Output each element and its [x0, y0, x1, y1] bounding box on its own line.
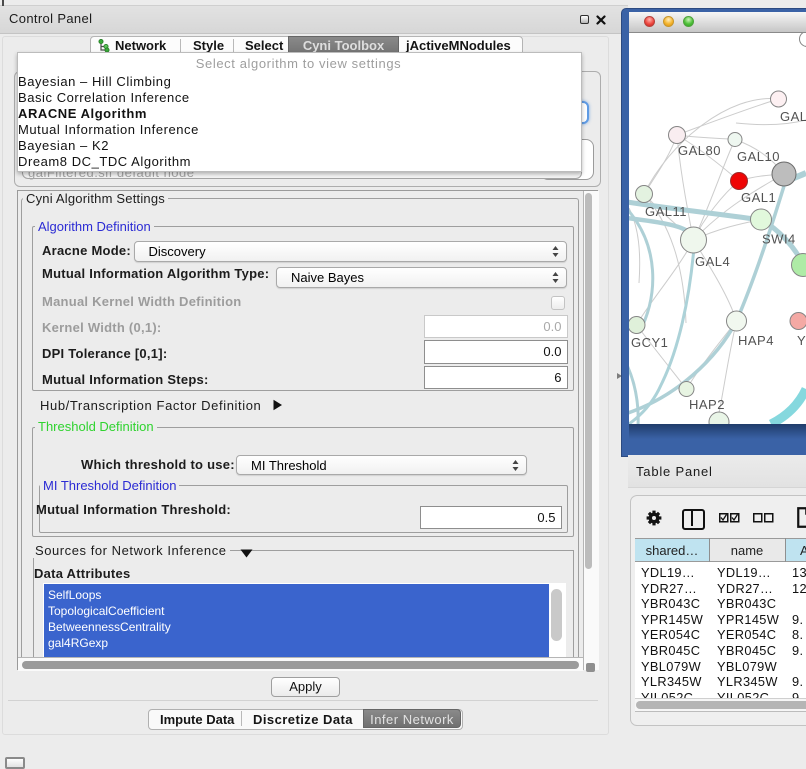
- svg-text:GCY1: GCY1: [631, 335, 668, 350]
- svg-text:GAL10: GAL10: [737, 149, 780, 164]
- svg-text:GAL: GAL: [780, 109, 806, 124]
- svg-text:HAP2: HAP2: [689, 397, 725, 412]
- svg-text:HAP4: HAP4: [738, 333, 774, 348]
- svg-text:Y: Y: [797, 333, 806, 348]
- svg-text:GAL11: GAL11: [645, 204, 687, 219]
- svg-text:SWI4: SWI4: [762, 231, 796, 246]
- svg-text:GAL4: GAL4: [695, 254, 730, 269]
- svg-text:GAL80: GAL80: [678, 143, 721, 158]
- svg-text:GAL1: GAL1: [741, 190, 776, 205]
